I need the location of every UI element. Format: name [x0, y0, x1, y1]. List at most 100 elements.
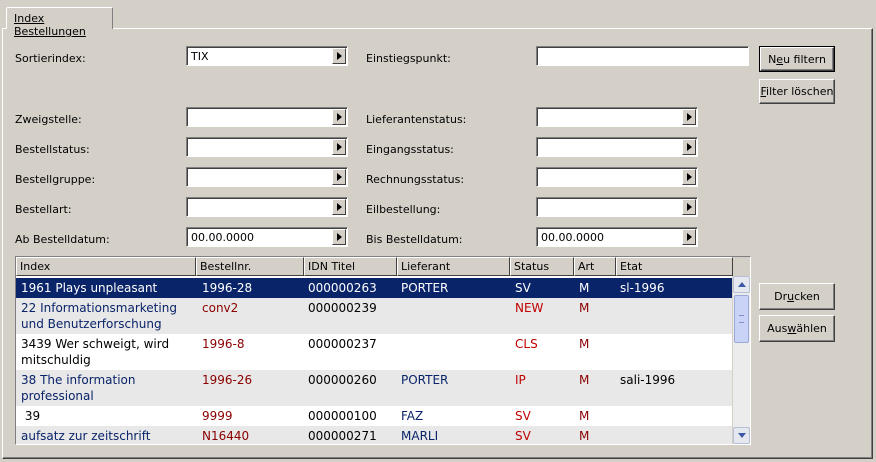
eilbestellung-dropdown-button[interactable] [682, 199, 696, 215]
column-header-bestellnr[interactable]: Bestellnr. [196, 257, 304, 276]
bestellstatus-field[interactable] [186, 137, 348, 157]
drucken-label-part1: Dr [774, 290, 788, 303]
bestellgruppe-dropdown-button[interactable] [332, 169, 346, 185]
table-row[interactable]: 3439 Wer schweigt, wird mitschuldig 1996… [16, 334, 732, 370]
neu-filtern-label-part2: u filtern [783, 52, 826, 66]
cell-status: SV [515, 429, 531, 443]
bestellungen-grid[interactable]: Index Bestellnr. IDN Titel Lieferant Sta… [15, 256, 751, 445]
bis-bestelldatum-value: 00.00.0000 [541, 231, 604, 244]
cell-index-line2: mitschuldig [21, 353, 91, 367]
bestellart-dropdown-button[interactable] [332, 199, 346, 215]
table-row[interactable]: 22 Informationsmarketing und Benutzerfor… [16, 298, 732, 334]
cell-idn: 000000237 [308, 337, 377, 351]
cell-idn: 000000239 [308, 301, 377, 315]
bis-bestelldatum-label: Bis Bestelldatum: [366, 233, 463, 246]
scroll-up-arrow-icon[interactable] [733, 276, 750, 293]
cell-index: 22 Informationsmarketing [21, 301, 177, 315]
cell-index: 1961 Plays unpleasant [21, 281, 158, 295]
cell-index: 3439 Wer schweigt, wird [21, 337, 170, 351]
cell-status: IP [515, 373, 526, 387]
sortierindex-field[interactable]: TIX [186, 46, 348, 66]
zweigstelle-dropdown-button[interactable] [332, 109, 346, 125]
column-header-art[interactable]: Art [574, 257, 616, 276]
column-header-etat[interactable]: Etat [616, 257, 733, 276]
cell-lieferant: PORTER [401, 281, 449, 295]
cell-index: aufsatz zur zeitschrift [21, 429, 151, 443]
cell-bestellnr: 9999 [202, 409, 233, 423]
column-header-lieferant[interactable]: Lieferant [397, 257, 510, 276]
auswaehlen-mnemonic: w [787, 322, 797, 335]
drucken-label-part2: cken [794, 290, 820, 303]
bis-bestelldatum-picker-button[interactable] [682, 229, 696, 245]
zweigstelle-field[interactable] [186, 107, 348, 127]
neu-filtern-label: Neu filtern [768, 53, 826, 66]
filter-loeschen-label: Filter löschen [760, 85, 833, 98]
cell-status: CLS [515, 337, 538, 351]
lieferantenstatus-dropdown-button[interactable] [682, 109, 696, 125]
column-header-idn-titel[interactable]: IDN Titel [304, 257, 397, 276]
cell-status: SV [515, 409, 531, 423]
rechnungsstatus-field[interactable] [536, 167, 698, 187]
sortierindex-label: Sortierindex: [15, 52, 86, 65]
tab-label: Index Bestellungen [14, 12, 86, 38]
cell-lieferant: PORTER [401, 373, 449, 387]
bestellart-label: Bestellart: [15, 203, 72, 216]
cell-status: NEW [515, 301, 544, 315]
grid-vertical-scrollbar[interactable] [733, 276, 750, 444]
cell-bestellnr: 1996-26 [202, 373, 253, 387]
drucken-button[interactable]: Drucken [759, 283, 835, 310]
sortierindex-dropdown-button[interactable] [332, 48, 346, 64]
eilbestellung-field[interactable] [536, 197, 698, 217]
scroll-down-arrow-icon[interactable] [733, 427, 750, 444]
cell-lieferant: MARLI [401, 429, 439, 443]
einstiegspunkt-input[interactable] [536, 46, 749, 66]
table-row[interactable]: 38 The information professional 1996-26 … [16, 370, 732, 406]
table-row[interactable]: 39 9999 000000100 FAZ SV M [16, 406, 732, 426]
bis-bestelldatum-field[interactable]: 00.00.0000 [536, 227, 698, 247]
auswaehlen-label-part1: Aus [767, 322, 788, 335]
cell-idn: 000000260 [308, 373, 377, 387]
auswaehlen-label-part2: ählen [796, 322, 827, 335]
ab-bestelldatum-picker-button[interactable] [332, 229, 346, 245]
cell-index-line2: professional [21, 389, 94, 403]
eilbestellung-label: Eilbestellung: [366, 203, 441, 216]
cell-art: M [579, 429, 590, 443]
eingangsstatus-dropdown-button[interactable] [682, 139, 696, 155]
bestellstatus-label: Bestellstatus: [15, 143, 90, 156]
auswaehlen-label: Auswählen [767, 322, 827, 335]
bestellgruppe-label: Bestellgruppe: [15, 173, 96, 186]
filter-loeschen-button[interactable]: Filter löschen [759, 79, 835, 104]
bestellgruppe-field[interactable] [186, 167, 348, 187]
cell-idn: 000000100 [308, 409, 377, 423]
cell-index: 38 The information [21, 373, 136, 387]
bestellart-field[interactable] [186, 197, 348, 217]
einstiegspunkt-label: Einstiegspunkt: [366, 52, 451, 65]
grid-body: 1961 Plays unpleasant 1996-28 000000263 … [16, 276, 732, 444]
cell-art: M [579, 409, 590, 423]
grid-header: Index Bestellnr. IDN Titel Lieferant Sta… [16, 257, 733, 276]
table-row[interactable]: 1961 Plays unpleasant 1996-28 000000263 … [16, 278, 732, 298]
column-header-status[interactable]: Status [510, 257, 574, 276]
cell-status: SV [515, 281, 531, 295]
cell-etat: sali-1996 [620, 373, 676, 387]
tab-index-bestellungen[interactable]: Index Bestellungen [6, 7, 113, 38]
scrollbar-thumb[interactable] [734, 295, 749, 343]
bestellstatus-dropdown-button[interactable] [332, 139, 346, 155]
neu-filtern-button[interactable]: Neu filtern [759, 46, 835, 72]
cell-art: M [579, 281, 590, 295]
ab-bestelldatum-field[interactable]: 00.00.0000 [186, 227, 348, 247]
cell-bestellnr: 1996-8 [202, 337, 245, 351]
column-header-index[interactable]: Index [16, 257, 196, 276]
cell-index: 39 [21, 409, 41, 423]
eingangsstatus-field[interactable] [536, 137, 698, 157]
rechnungsstatus-dropdown-button[interactable] [682, 169, 696, 185]
table-row[interactable]: aufsatz zur zeitschrift N16440 000000271… [16, 426, 732, 444]
cell-bestellnr: conv2 [202, 301, 239, 315]
eingangsstatus-label: Eingangsstatus: [366, 143, 454, 156]
auswaehlen-button[interactable]: Auswählen [759, 315, 835, 342]
cell-art: M [579, 337, 590, 351]
filter-loeschen-label-part2: ilter löschen [766, 85, 834, 98]
cell-idn: 000000271 [308, 429, 377, 443]
lieferantenstatus-field[interactable] [536, 107, 698, 127]
drucken-label: Drucken [774, 290, 820, 303]
